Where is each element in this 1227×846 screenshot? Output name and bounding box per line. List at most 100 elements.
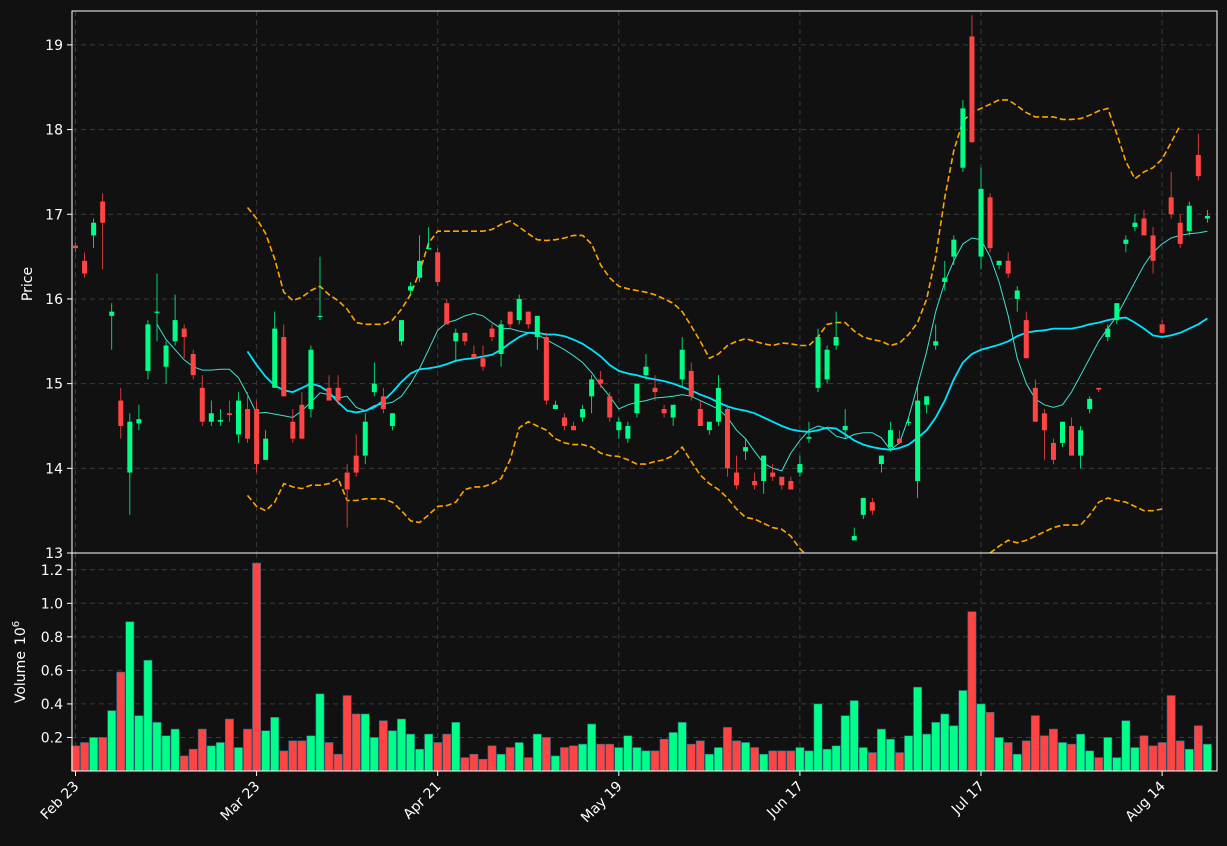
- candle: [389, 413, 395, 431]
- candle: [688, 362, 694, 401]
- volume-bar: [1148, 745, 1158, 772]
- volume-bar: [424, 733, 434, 772]
- candle-body: [299, 404, 305, 439]
- volume-bar: [161, 735, 171, 772]
- candle-body: [987, 197, 993, 249]
- candle-body: [190, 353, 196, 376]
- volume-bar: [704, 753, 714, 772]
- candle: [1195, 133, 1201, 181]
- volume-tick-label: 1.2: [41, 563, 63, 579]
- candle: [869, 497, 875, 515]
- candle: [724, 404, 730, 477]
- candle: [878, 455, 884, 473]
- candle: [1114, 303, 1120, 325]
- candle: [91, 218, 97, 249]
- volume-bar: [659, 738, 669, 772]
- candle: [543, 332, 549, 405]
- volume-bar: [949, 725, 959, 772]
- candle: [398, 320, 404, 346]
- volume-tick-label: 1.0: [41, 596, 63, 612]
- candle-body: [688, 370, 694, 397]
- volume-bar: [397, 718, 406, 772]
- volume-bar: [686, 743, 696, 772]
- candle: [362, 413, 368, 465]
- candle: [109, 303, 115, 350]
- volume-bar: [641, 750, 651, 772]
- stock-chart: 13 14 15 16 17 18 19 0.2 0.4 0.6 0.8 1.0 1.2 Feb 23 Ma…: [0, 0, 1227, 842]
- volume-bar: [215, 742, 225, 772]
- volume-bar: [677, 722, 687, 772]
- volume-bar: [578, 743, 587, 772]
- candle-body: [408, 286, 414, 291]
- candle: [580, 404, 586, 422]
- volume-bar: [107, 710, 117, 772]
- candle: [471, 345, 477, 359]
- volume-bar: [1021, 740, 1031, 772]
- candle-body: [335, 387, 341, 401]
- candle: [915, 383, 921, 498]
- candle: [761, 455, 767, 494]
- candlesticks: [73, 15, 1210, 541]
- candle: [1005, 252, 1011, 278]
- candle: [634, 383, 640, 418]
- candle-body: [235, 400, 241, 435]
- candle-body: [353, 455, 359, 473]
- volume-bar: [1184, 748, 1194, 772]
- volume-bar: [261, 730, 271, 772]
- price-tick-label: 13: [45, 546, 63, 562]
- volume-bar: [922, 733, 932, 772]
- candle-body: [1069, 425, 1075, 456]
- volume-axis-label: Volume106: [11, 621, 29, 703]
- candle-body: [869, 502, 875, 511]
- volume-bar: [279, 750, 289, 772]
- candle-body: [389, 413, 395, 426]
- candle-body: [706, 421, 712, 431]
- candle-body: [1150, 235, 1156, 261]
- volume-bar: [1121, 720, 1131, 772]
- candle: [335, 375, 341, 405]
- candle: [887, 421, 893, 452]
- candle-body: [380, 396, 386, 410]
- candle: [770, 464, 776, 482]
- candle-body: [462, 332, 468, 342]
- candle-body: [118, 400, 124, 426]
- candle-body: [643, 366, 649, 376]
- candle: [190, 349, 196, 380]
- candle: [453, 328, 459, 363]
- volume-bar: [867, 752, 877, 772]
- volume-bar: [306, 735, 316, 772]
- candle-body: [851, 536, 857, 541]
- candle: [697, 400, 703, 426]
- volume-bar: [541, 737, 551, 772]
- candle: [942, 260, 948, 291]
- candle: [290, 409, 296, 443]
- candle: [1023, 311, 1029, 359]
- volume-bar: [967, 611, 977, 772]
- candle-body: [933, 341, 939, 346]
- volume-bar: [822, 748, 832, 772]
- candle: [734, 455, 740, 490]
- candle-body: [398, 320, 404, 342]
- candle: [73, 242, 78, 253]
- volume-bar: [378, 720, 388, 772]
- candle-body: [860, 497, 866, 515]
- candle: [833, 311, 839, 350]
- candle-body: [1023, 320, 1029, 359]
- candle-body: [73, 245, 78, 249]
- volume-bar: [849, 700, 859, 772]
- x-tick-label: Apr 21: [400, 779, 444, 823]
- candle-body: [715, 387, 721, 422]
- candle-body: [362, 421, 368, 456]
- candle-body: [199, 387, 205, 422]
- candle-body: [552, 404, 558, 410]
- candle: [1132, 214, 1138, 232]
- candle: [1078, 425, 1084, 469]
- volume-tick-label: 0.8: [41, 630, 63, 646]
- candle-body: [634, 383, 640, 414]
- candle: [1150, 226, 1156, 274]
- candle-body: [1078, 430, 1084, 456]
- candle-body: [815, 337, 821, 388]
- candle-body: [752, 481, 758, 486]
- candle-body: [109, 311, 115, 316]
- candle-body: [679, 349, 685, 380]
